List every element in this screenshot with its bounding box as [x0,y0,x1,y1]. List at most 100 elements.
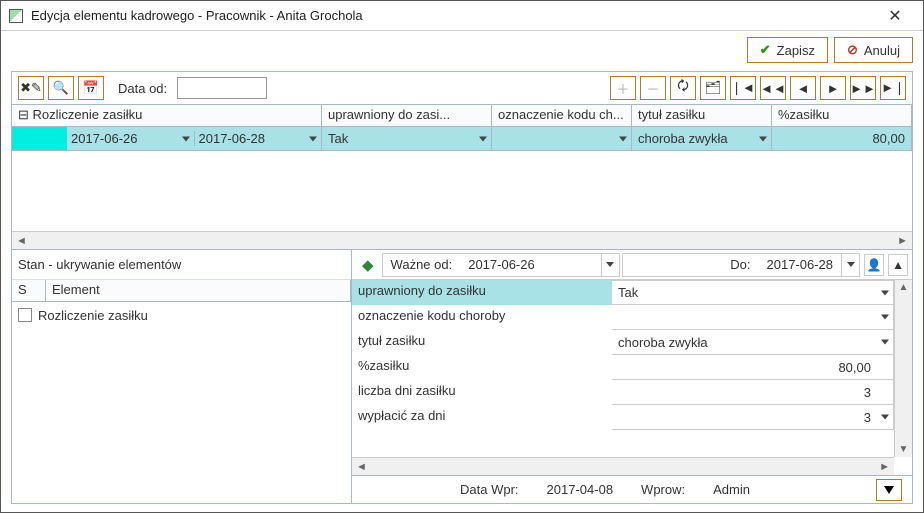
save-button[interactable]: ✔ Zapisz [747,37,828,63]
close-button[interactable]: ✕ [875,4,915,28]
grid-toolbar: ✖✎ 🔍 📅 Data od: ＋ － 🗘 🗂 ❘◄ ◄◄ ◄ ► ►► ►❘ [12,72,912,104]
grid: ⊟ Rozliczenie zasiłku uprawniony do zasi… [12,104,912,249]
chevron-down-icon[interactable] [881,340,889,345]
col-s[interactable]: S [12,280,46,301]
grid-col-tytul[interactable]: tytuł zasiłku [632,105,772,126]
valid-from-field[interactable]: Ważne od: 2017-06-26 [382,253,620,277]
valid-to-value: 2017-06-28 [759,257,842,272]
cancel-icon: ⊘ [847,42,858,58]
cell-date-to[interactable]: 2017-06-28 [194,131,322,146]
right-pane-top: ◆ Ważne od: 2017-06-26 Do: 2017-06-28 👤 … [352,250,912,280]
cell-procent[interactable]: 80,00 [772,127,912,150]
up-button[interactable]: ▲ [888,254,908,276]
forward-button[interactable]: ► [820,76,846,100]
first-button[interactable]: ❘◄ [730,76,756,100]
property-value[interactable]: 3 [612,405,894,430]
properties-table: uprawniony do zasiłkuTakoznaczenie kodu … [352,280,894,457]
property-row[interactable]: tytuł zasiłkuchoroba zwykła [352,330,894,355]
grid-body [12,151,912,231]
window-title: Edycja elementu kadrowego - Pracownik - … [31,8,875,23]
last-button[interactable]: ►❘ [880,76,906,100]
checkbox[interactable] [18,308,32,322]
valid-to-label: Do: [623,257,759,272]
date-from-label: Data od: [118,81,167,96]
wprow-label: Wprow: [641,482,685,497]
cell-kod[interactable] [492,127,632,150]
property-label: uprawniony do zasiłku [352,280,612,305]
fastforward-button[interactable]: ►► [850,76,876,100]
add-button[interactable]: ＋ [610,76,636,100]
check-icon: ✔ [760,42,771,58]
col-element[interactable]: Element [46,280,351,301]
chevron-down-icon[interactable] [881,415,889,420]
grid-header: ⊟ Rozliczenie zasiłku uprawniony do zasi… [12,105,912,127]
properties-hscroll[interactable]: ◄► [352,457,894,475]
property-value[interactable]: 3 [612,380,894,405]
property-value[interactable] [612,305,894,330]
save-label: Zapisz [777,43,815,58]
property-label: liczba dni zasiłku [352,380,612,405]
valid-to-dropdown[interactable] [841,254,859,276]
property-value[interactable]: 80,00 [612,355,894,380]
grid-col-uprawniony[interactable]: uprawniony do zasi... [322,105,492,126]
grid-col-rozliczenie[interactable]: ⊟ Rozliczenie zasiłku [12,105,322,126]
back-button[interactable]: ◄ [790,76,816,100]
left-pane-title: Stan - ukrywanie elementów [12,250,351,280]
left-pane-header: S Element [12,280,351,302]
properties-panel: uprawniony do zasiłkuTakoznaczenie kodu … [352,280,912,457]
grid-col-kod[interactable]: oznaczenie kodu ch... [492,105,632,126]
cancel-label: Anuluj [864,43,900,58]
book-icon: ◆ [362,256,374,274]
right-pane: ◆ Ważne od: 2017-06-26 Do: 2017-06-28 👤 … [352,250,912,503]
property-label: oznaczenie kodu choroby [352,305,612,330]
property-label: tytuł zasiłku [352,330,612,355]
app-icon [9,9,23,23]
left-pane-row[interactable]: Rozliczenie zasiłku [12,302,351,328]
cell-tytul[interactable]: choroba zwykła [632,127,772,150]
card-button[interactable]: 🗂 [700,76,726,100]
property-row[interactable]: wypłacić za dni3 [352,405,894,430]
property-row[interactable]: uprawniony do zasiłkuTak [352,280,894,305]
data-wpr-label: Data Wpr: [460,482,519,497]
refresh-button[interactable]: 🗘 [670,76,696,100]
row-indicator [12,127,67,150]
tools-button[interactable]: ✖✎ [18,76,44,100]
property-row[interactable]: oznaczenie kodu choroby [352,305,894,330]
main-frame: ✖✎ 🔍 📅 Data od: ＋ － 🗘 🗂 ❘◄ ◄◄ ◄ ► ►► ►❘ … [11,71,913,504]
window: Edycja elementu kadrowego - Pracownik - … [0,0,924,513]
property-row[interactable]: liczba dni zasiłku3 [352,380,894,405]
cancel-button[interactable]: ⊘ Anuluj [834,37,913,63]
property-value[interactable]: choroba zwykła [612,330,894,355]
cell-date-from[interactable]: 2017-06-26 [67,131,194,146]
lower-pane: Stan - ukrywanie elementów S Element Roz… [12,249,912,503]
valid-from-label: Ważne od: [383,257,461,272]
chevron-down-icon[interactable] [881,315,889,320]
zoom-button[interactable]: 🔍 [48,76,74,100]
top-toolbar: ✔ Zapisz ⊘ Anuluj [1,31,923,69]
grid-hscroll[interactable]: ◄► [12,231,912,249]
properties-vscroll[interactable]: ▲▼ [894,280,912,457]
date-from-input[interactable] [177,77,267,99]
statusbar: Data Wpr: 2017-04-08 Wprow: Admin [352,475,912,503]
property-label: wypłacić za dni [352,405,612,430]
grid-row[interactable]: 2017-06-26 2017-06-28 Tak choroba zwykła… [12,127,912,151]
grid-col-procent[interactable]: %zasiłku [772,105,912,126]
data-wpr-value: 2017-04-08 [547,482,614,497]
titlebar: Edycja elementu kadrowego - Pracownik - … [1,1,923,31]
property-row[interactable]: %zasiłku80,00 [352,355,894,380]
valid-from-value: 2017-06-26 [460,257,543,272]
property-value[interactable]: Tak [612,280,894,305]
left-pane: Stan - ukrywanie elementów S Element Roz… [12,250,352,503]
chevron-down-icon[interactable] [881,290,889,295]
fastback-button[interactable]: ◄◄ [760,76,786,100]
valid-to-field[interactable]: Do: 2017-06-28 [622,253,860,277]
person-button[interactable]: 👤 [864,254,884,276]
valid-from-dropdown[interactable] [601,254,619,276]
cell-uprawniony[interactable]: Tak [322,127,492,150]
remove-button[interactable]: － [640,76,666,100]
down-button[interactable] [876,479,902,501]
left-pane-item: Rozliczenie zasiłku [38,308,148,323]
calendar-button[interactable]: 📅 [78,76,104,100]
property-label: %zasiłku [352,355,612,380]
wprow-value: Admin [713,482,750,497]
